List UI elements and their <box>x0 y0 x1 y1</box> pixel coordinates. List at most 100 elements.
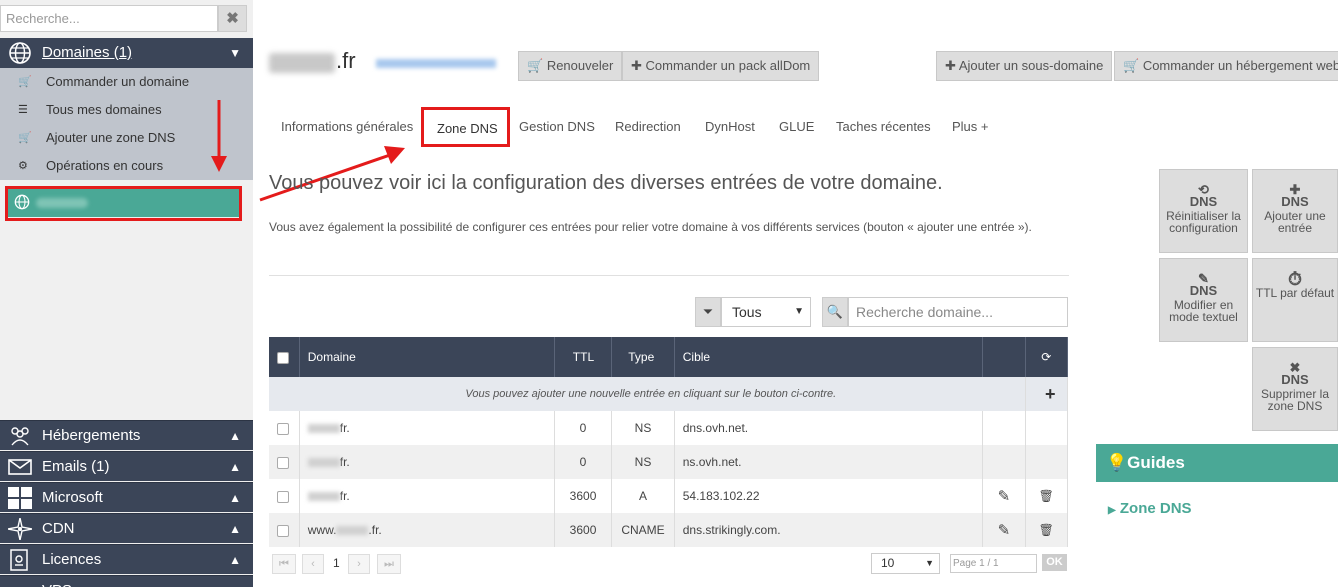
dns-table: Domaine TTL Type Cible ⟳ Vous pouvez ajo… <box>269 337 1069 547</box>
sidebar-domains-header[interactable]: Domaines (1) ▼ <box>0 38 253 68</box>
app: Recherche... ✖ Domaines (1) ▼ 🛒 Commander… <box>0 0 1338 587</box>
guide-link-dns-zone[interactable]: ▶ Zone DNS <box>1108 500 1192 517</box>
type-filter-select[interactable]: Tous ▼ <box>721 297 811 327</box>
row-checkbox[interactable] <box>277 456 289 469</box>
tab-redirection[interactable]: Redirection <box>615 119 681 134</box>
caret-up-icon: ▲ <box>229 522 241 536</box>
domain-search-input[interactable]: Recherche domaine... <box>848 297 1068 327</box>
trash-icon[interactable]: 🗑 <box>1025 513 1069 547</box>
sidebar-domains-label: Domaines (1) <box>42 44 133 61</box>
row-checkbox[interactable] <box>277 524 289 537</box>
table-row: www. .fr. 3600 CNAME dns.strikingly.com. … <box>269 513 1069 547</box>
sidebar-search-input[interactable]: Recherche... <box>0 5 218 32</box>
page-ok-button[interactable]: OK <box>1042 554 1067 571</box>
row-checkbox[interactable] <box>277 490 289 503</box>
row-delete-cell <box>1025 445 1069 479</box>
select-all-cell <box>269 337 300 377</box>
sidebar-section-hosting[interactable]: Hébergements ▲ <box>0 420 253 450</box>
tab-dns-management[interactable]: Gestion DNS <box>519 119 595 134</box>
column-ttl[interactable]: TTL <box>554 337 613 377</box>
annotation-highlight-box <box>5 186 242 221</box>
current-page: 1 <box>333 556 340 570</box>
sidebar-section-microsoft[interactable]: Microsoft ▲ <box>0 482 253 512</box>
page-input[interactable]: Page 1 / 1 <box>950 554 1037 573</box>
per-page-value: 10 <box>881 556 895 570</box>
column-target[interactable]: Cible <box>674 337 984 377</box>
tab-more[interactable]: Plus + <box>952 119 989 134</box>
tab-dynhost[interactable]: DynHost <box>705 119 755 134</box>
tab-general-info[interactable]: Informations générales <box>281 119 413 134</box>
caret-down-icon: ▼ <box>229 46 241 60</box>
dns-edit-icon: ✎ DNS <box>1189 271 1218 298</box>
sidebar-section-vps[interactable]: VPS ↗ <box>0 575 253 587</box>
column-type[interactable]: Type <box>611 337 675 377</box>
type-filter-value: Tous <box>732 304 762 320</box>
sidebar-item-all-domains[interactable]: ☰ Tous mes domaines <box>0 96 253 124</box>
sidebar-section-emails[interactable]: Emails (1) ▲ <box>0 451 253 481</box>
refresh-icon[interactable]: ⟳ <box>1025 337 1069 377</box>
edit-text-mode-label: Modifier en mode textuel <box>1169 298 1238 324</box>
row-domain: fr. <box>299 445 555 479</box>
select-all-checkbox[interactable] <box>277 351 289 364</box>
add-entry-button[interactable]: ✚ DNS Ajouter une entrée <box>1252 169 1338 253</box>
order-hosting-button[interactable]: 🛒 Commander un hébergement web <box>1114 51 1338 81</box>
row-ttl: 0 <box>554 411 613 445</box>
row-select-cell <box>269 411 300 445</box>
tab-glue[interactable]: GLUE <box>779 119 814 134</box>
sidebar-section-label: Hébergements <box>42 427 141 444</box>
row-type: NS <box>611 411 675 445</box>
dns-delete-icon: ✖ DNS <box>1281 360 1309 387</box>
blurred-subtitle <box>376 59 496 68</box>
domain-title-suffix: .fr <box>336 48 356 73</box>
tab-recent-tasks[interactable]: Taches récentes <box>836 119 931 134</box>
row-target: ns.ovh.net. <box>674 445 984 479</box>
order-alldom-button[interactable]: ✚ Commander un pack allDom <box>622 51 820 81</box>
row-delete-cell <box>1025 411 1069 445</box>
sidebar-item-label: Commander un domaine <box>46 74 190 89</box>
pencil-icon[interactable]: ✎ <box>982 513 1026 547</box>
row-type: CNAME <box>611 513 675 547</box>
blurred-domain-name <box>269 53 335 73</box>
cart-icon: 🛒 <box>18 132 32 144</box>
guides-title: Guides <box>1127 453 1185 472</box>
sidebar-item-label: Ajouter une zone DNS <box>46 130 176 145</box>
row-domain-prefix: www. <box>307 523 337 537</box>
row-ttl: 3600 <box>554 513 613 547</box>
sidebar-section-licences[interactable]: Licences ▲ <box>0 544 253 574</box>
sidebar-section-cdn[interactable]: CDN ▲ <box>0 513 253 543</box>
search-icon: 🔍 <box>822 297 848 327</box>
sidebar-section-label: Licences <box>42 551 102 568</box>
default-ttl-button[interactable]: ⏱ TTL par défaut <box>1252 258 1338 342</box>
delete-zone-button[interactable]: ✖ DNS Supprimer la zone DNS <box>1252 347 1338 431</box>
prev-page-icon[interactable]: ‹ <box>302 554 324 574</box>
column-domain[interactable]: Domaine <box>299 337 555 377</box>
last-page-icon[interactable]: ⏭ <box>377 554 401 574</box>
row-target: 54.183.102.22 <box>674 479 984 513</box>
delete-zone-label: Supprimer la zone DNS <box>1260 387 1330 413</box>
row-select-cell <box>269 513 300 547</box>
blurred-subdomain <box>307 424 340 434</box>
row-target: dns.strikingly.com. <box>674 513 984 547</box>
order-hosting-label: Commander un hébergement web <box>1142 58 1338 73</box>
external-link-icon: ↗ <box>231 576 241 587</box>
sidebar-item-add-dns-zone[interactable]: 🛒 Ajouter une zone DNS <box>0 124 253 152</box>
next-page-icon[interactable]: › <box>348 554 370 574</box>
sidebar-item-order-domain[interactable]: 🛒 Commander un domaine <box>0 68 253 96</box>
first-page-icon[interactable]: ⏮ <box>272 554 296 574</box>
reset-config-button[interactable]: ⟲ DNS Réinitialiser la configuration <box>1159 169 1248 253</box>
row-checkbox[interactable] <box>277 422 289 435</box>
pencil-icon[interactable]: ✎ <box>982 479 1026 513</box>
add-entry-label: Ajouter une entrée <box>1264 209 1326 235</box>
blurred-subdomain <box>307 492 340 502</box>
plus-icon: ✚ <box>945 58 956 73</box>
sidebar-item-operations[interactable]: ⚙ Opérations en cours <box>0 152 253 180</box>
trash-icon[interactable]: 🗑 <box>1025 479 1069 513</box>
add-subdomain-button[interactable]: ✚ Ajouter un sous-domaine <box>936 51 1113 81</box>
renew-button[interactable]: 🛒 Renouveler <box>518 51 623 81</box>
add-subdomain-label: Ajouter un sous-domaine <box>958 58 1104 73</box>
add-entry-plus-icon[interactable]: + <box>1025 377 1069 411</box>
edit-text-mode-button[interactable]: ✎ DNS Modifier en mode textuel <box>1159 258 1248 342</box>
filter-icon: ⏷ <box>695 297 721 327</box>
per-page-select[interactable]: 10 ▼ <box>871 553 940 574</box>
times-icon[interactable]: ✖ <box>218 5 247 32</box>
